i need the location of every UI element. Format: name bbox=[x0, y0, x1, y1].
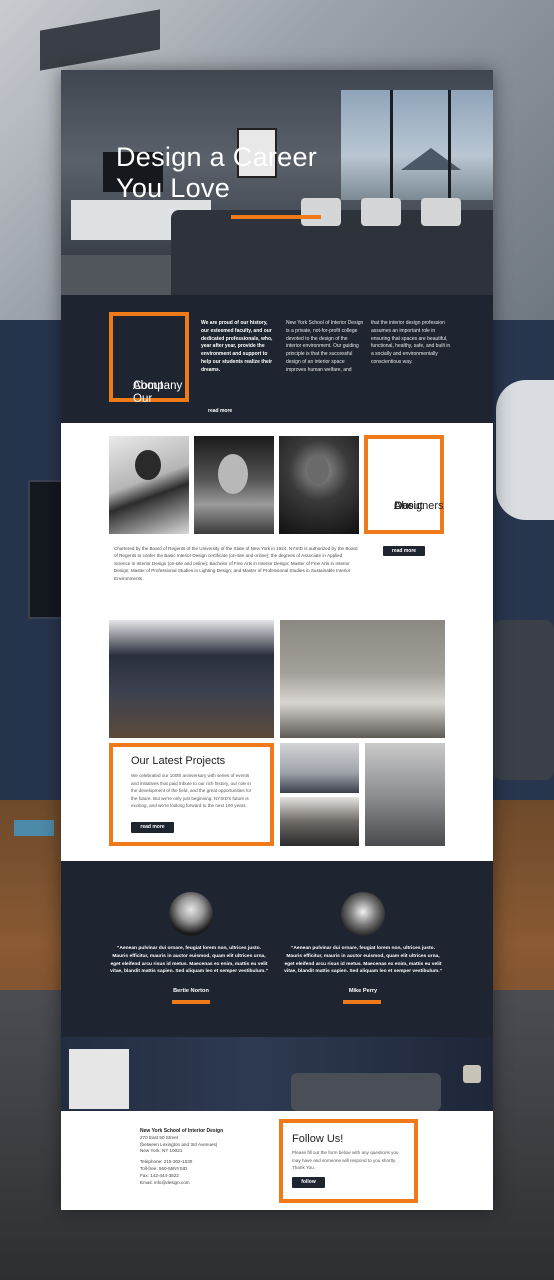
testimonial-quote-1: "Aenean pulvinar dui ornare, feugiat lor… bbox=[110, 946, 268, 975]
email-link[interactable]: Email: info@design.com bbox=[140, 1180, 190, 1185]
fax: Fax: 142-444-3822 bbox=[140, 1172, 179, 1178]
project-photo-staircase bbox=[365, 743, 445, 846]
testimonial-accent-bar bbox=[172, 1000, 210, 1004]
about-column-1: We are proud of our history, our esteeme… bbox=[201, 320, 273, 373]
wall-mirror bbox=[496, 380, 554, 520]
hero-accent-bar bbox=[231, 215, 321, 219]
contact-info: New York School of Interior Design 270 E… bbox=[140, 1128, 260, 1186]
hero-pillow bbox=[361, 198, 401, 226]
footer-section: New York School of Interior Design 270 E… bbox=[61, 1111, 493, 1210]
testimonial-avatar-1 bbox=[169, 892, 213, 936]
about-column-2: New York School of Interior Design is a … bbox=[286, 320, 364, 373]
testimonial-name-1: Bertie Norton bbox=[173, 988, 209, 994]
testimonials-section: "Aenean pulvinar dui ornare, feugiat lor… bbox=[61, 861, 493, 1037]
latest-projects-heading: Our Latest Projects bbox=[131, 755, 226, 767]
hero-window-view bbox=[341, 90, 493, 200]
about-column-3: that the interior design profession assu… bbox=[371, 320, 451, 365]
designers-paragraph: Chartered by the Board of Regents of the… bbox=[114, 546, 358, 581]
sofa bbox=[291, 1073, 441, 1111]
testimonial-avatar-2 bbox=[341, 892, 385, 936]
follow-us-heading: Follow Us! bbox=[292, 1133, 344, 1145]
project-photo-living-room bbox=[109, 620, 274, 738]
website-mockup: Design a Career You Love About Our Company… bbox=[61, 70, 493, 1210]
table-lamp bbox=[463, 1065, 481, 1083]
hero-pillow bbox=[421, 198, 461, 226]
follow-button[interactable]: follow bbox=[292, 1177, 325, 1188]
project-photo-mug-detail bbox=[280, 743, 359, 793]
designer-photo-1 bbox=[109, 436, 189, 534]
designers-read-more-button[interactable]: read more bbox=[383, 546, 425, 556]
picture-frame bbox=[14, 820, 54, 836]
fireplace bbox=[69, 1049, 129, 1109]
testimonial-accent-bar bbox=[343, 1000, 381, 1004]
hero-section: Design a Career You Love bbox=[61, 70, 493, 295]
projects-read-more-button[interactable]: read more bbox=[131, 822, 174, 833]
toll-free: Toll-free: 560-55NYSID bbox=[140, 1165, 188, 1171]
designers-section: About Our Designers Chartered by the Board… bbox=[61, 423, 493, 623]
address-line-2: (between Lexington and 3rd Avenues) bbox=[140, 1141, 218, 1147]
about-designers-heading-box: About Our Designers bbox=[364, 435, 444, 534]
designer-photo-2 bbox=[194, 436, 274, 534]
school-name: New York School of Interior Design bbox=[140, 1128, 224, 1134]
project-photo-bedroom-office bbox=[280, 620, 445, 738]
testimonial-quote-2: "Aenean pulvinar dui ornare, feugiat lor… bbox=[284, 946, 442, 975]
address-line-1: 270 East 50 Street bbox=[140, 1134, 179, 1140]
armchair bbox=[492, 620, 554, 780]
footer-room-photo bbox=[61, 1037, 493, 1111]
follow-us-text: Please fill out the form below with any … bbox=[292, 1150, 399, 1171]
follow-us-box: Follow Us! Please fill out the form belo… bbox=[279, 1119, 418, 1203]
about-company-section: About Our Company We are proud of our his… bbox=[61, 295, 493, 423]
projects-section: Our Latest Projects We celebrated our 10… bbox=[61, 620, 493, 861]
address-line-3: New York, NY 10021 bbox=[140, 1148, 183, 1154]
testimonial-name-2: Mike Perry bbox=[348, 988, 378, 994]
hero-title: Design a Career You Love bbox=[116, 142, 318, 203]
about-read-more-link[interactable]: read more bbox=[208, 408, 232, 414]
telephone: Telephone: 215-302-1530 bbox=[140, 1159, 193, 1165]
latest-projects-description: We celebrated our 100th anniversary with… bbox=[131, 773, 252, 809]
designer-photo-3 bbox=[279, 436, 359, 534]
about-company-heading-box: About Our Company bbox=[109, 312, 189, 405]
project-photo-lounge bbox=[280, 797, 359, 846]
